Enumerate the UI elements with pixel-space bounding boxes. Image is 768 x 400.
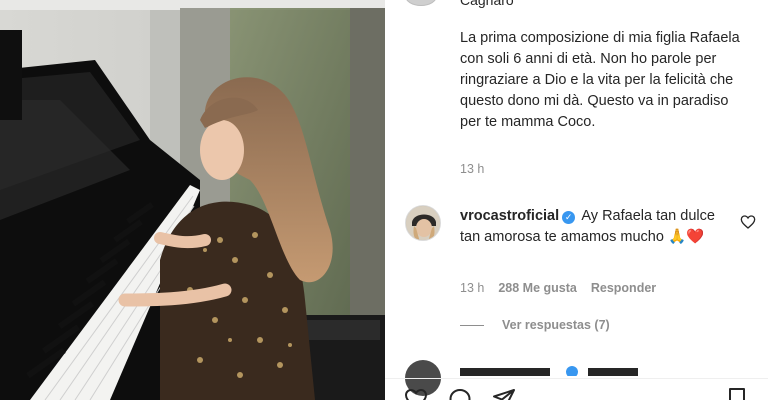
comment-icon[interactable]: [447, 387, 473, 400]
post-actions-bar: [385, 382, 768, 400]
post-video[interactable]: [0, 0, 385, 400]
comment-emojis: 🙏❤️: [667, 229, 705, 245]
view-replies-button[interactable]: Ver respuestas (7): [460, 318, 610, 332]
video-frame-illustration: [0, 0, 385, 400]
next-comment-cutoff: [460, 362, 700, 376]
bookmark-icon[interactable]: [725, 387, 749, 400]
commenter-avatar[interactable]: [405, 205, 441, 241]
comment-likes[interactable]: 288 Me gusta: [498, 281, 577, 295]
like-heart-icon[interactable]: [403, 387, 429, 400]
verified-badge-icon: ✓: [562, 211, 576, 224]
caption-timestamp[interactable]: 13 h: [460, 162, 484, 176]
view-replies-label: Ver respuestas (7): [502, 318, 610, 332]
commenter-username[interactable]: vrocastroficial: [460, 208, 559, 224]
reply-button[interactable]: Responder: [591, 281, 656, 295]
author-avatar[interactable]: [405, 0, 437, 6]
comment-body: vrocastroficial ✓ Ay Rafaela tan dulce ta…: [460, 206, 730, 248]
share-icon[interactable]: [491, 387, 517, 400]
replies-divider-line: [460, 324, 484, 326]
actions-divider: [385, 378, 768, 379]
cut-off-text-shape: [460, 366, 638, 376]
author-username[interactable]: Cagnaro: [460, 0, 514, 8]
comments-panel: Cagnaro La prima composizione di mia fig…: [385, 0, 768, 400]
comment-meta: 13 h 288 Me gusta Responder: [460, 281, 656, 295]
comment-timestamp[interactable]: 13 h: [460, 281, 484, 295]
post-caption: La prima composizione di mia figlia Rafa…: [460, 30, 740, 130]
heart-outline-icon[interactable]: [740, 214, 756, 230]
commenter-avatar-image: [406, 206, 440, 240]
